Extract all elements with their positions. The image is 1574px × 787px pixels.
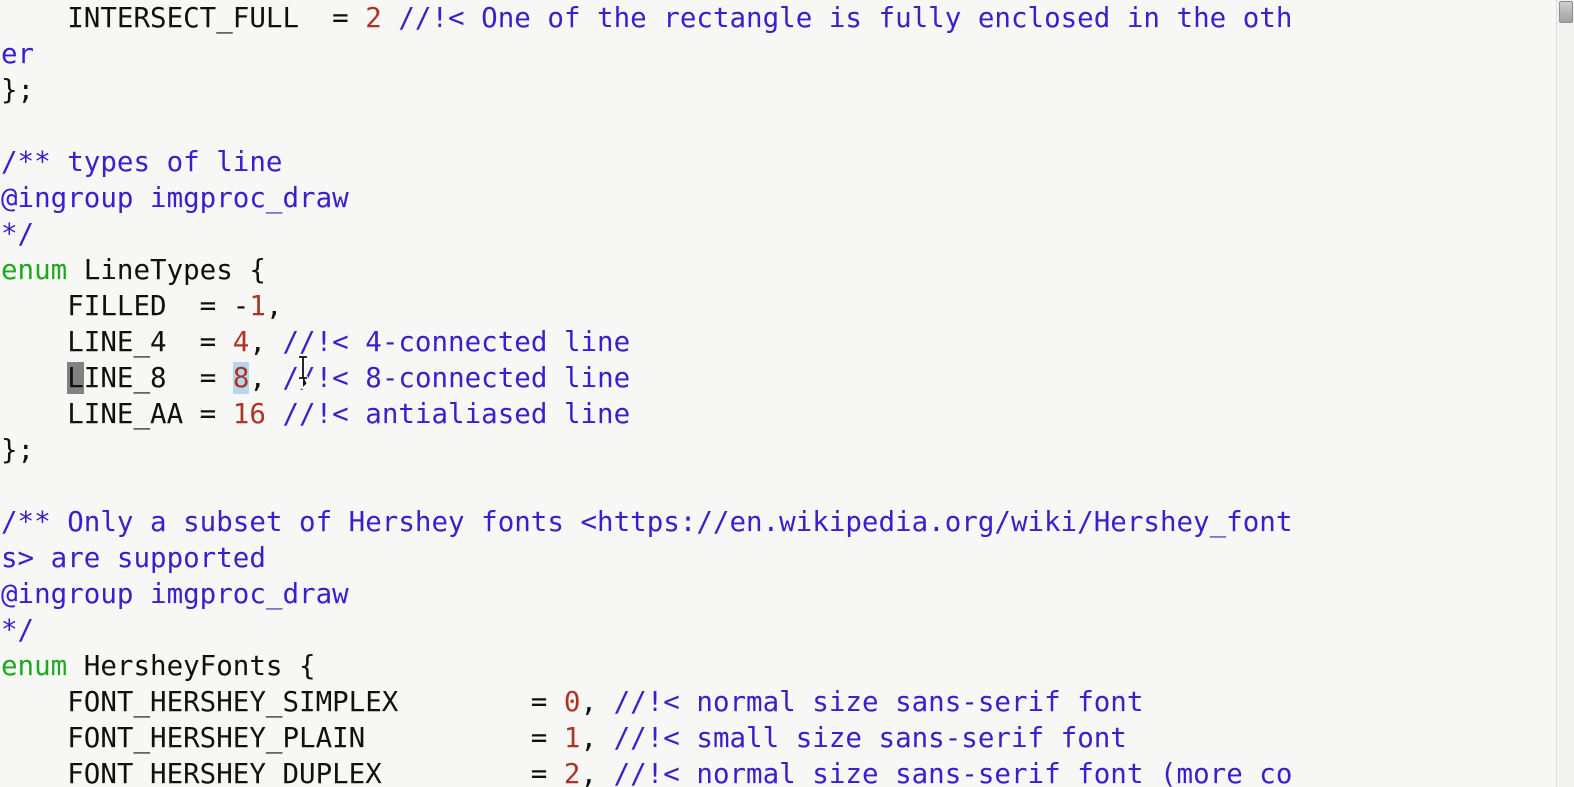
code-line[interactable]: FONT_HERSHEY_DUPLEX = 2, //!< normal siz… [0, 756, 1556, 787]
code-line[interactable]: LINE_8 = 8, //!< 8-connected line [0, 360, 1556, 396]
code-line[interactable] [0, 468, 1556, 504]
code-token-comment: /** Only a subset of Hershey fonts <http… [1, 506, 1293, 538]
code-token-comment: //!< 8-connected line [282, 362, 631, 394]
code-token-plain: , [249, 362, 283, 394]
code-line[interactable]: LINE_4 = 4, //!< 4-connected line [0, 324, 1556, 360]
code-token-comment: //!< 4-connected line [282, 326, 631, 358]
code-editor-window: INTERSECT_FULL = 2 //!< One of the recta… [0, 0, 1574, 787]
code-line[interactable]: @ingroup imgproc_draw [0, 180, 1556, 216]
code-token-comment: */ [1, 614, 35, 646]
vertical-scrollbar-thumb[interactable] [1559, 1, 1573, 23]
code-token-comment: er [1, 38, 35, 70]
code-token-number: 0 [563, 686, 581, 718]
code-text-area[interactable]: INTERSECT_FULL = 2 //!< One of the recta… [0, 0, 1556, 787]
code-token-comment: //!< antialiased line [282, 398, 631, 430]
code-token-number: 2 [563, 758, 581, 787]
code-line[interactable] [0, 108, 1556, 144]
text-caret: L [67, 362, 84, 394]
code-token-keyword: enum [1, 254, 68, 286]
code-token-plain: , [580, 722, 614, 754]
code-line[interactable]: enum LineTypes { [0, 252, 1556, 288]
code-token-comment: */ [1, 218, 35, 250]
code-token-plain: LINE_4 = [1, 326, 233, 358]
code-token-plain: , [580, 758, 614, 787]
code-token-comment: //!< One of the rectangle is fully enclo… [398, 2, 1293, 34]
code-token-number: 2 [365, 2, 382, 34]
code-line[interactable]: INTERSECT_FULL = 2 //!< One of the recta… [0, 0, 1556, 36]
code-token-comment: s> are supported [1, 542, 266, 574]
code-line[interactable]: FONT_HERSHEY_PLAIN = 1, //!< small size … [0, 720, 1556, 756]
code-token-plain: LINE_AA = [1, 398, 233, 430]
code-token-number: 1 [249, 290, 266, 322]
code-token-plain: FONT_HERSHEY_SIMPLEX = [1, 686, 564, 718]
code-token-number: 1 [563, 722, 581, 754]
selected-text: 8 [232, 362, 250, 394]
code-line[interactable]: }; [0, 72, 1556, 108]
code-line[interactable]: /** Only a subset of Hershey fonts <http… [0, 504, 1556, 540]
code-line[interactable]: FONT_HERSHEY_SIMPLEX = 0, //!< normal si… [0, 684, 1556, 720]
code-line[interactable]: }; [0, 432, 1556, 468]
code-token-keyword: enum [1, 650, 68, 682]
code-token-plain: FILLED = - [1, 290, 250, 322]
code-token-plain: INE_8 = [83, 362, 233, 394]
code-token-plain: }; [1, 74, 35, 106]
code-line[interactable]: enum HersheyFonts { [0, 648, 1556, 684]
code-line[interactable]: /** types of line [0, 144, 1556, 180]
code-token-plain: }; [1, 434, 35, 466]
code-token-comment: //!< normal size sans-serif font (more c… [613, 758, 1293, 787]
vertical-scrollbar[interactable] [1556, 0, 1574, 787]
code-token-plain: FONT_HERSHEY_DUPLEX = [1, 758, 564, 787]
code-line[interactable]: FILLED = -1, [0, 288, 1556, 324]
code-token-comment: //!< normal size sans-serif font [613, 686, 1144, 718]
code-line[interactable]: er [0, 36, 1556, 72]
code-token-plain: , [580, 686, 614, 718]
code-token-comment: @ingroup imgproc_draw [1, 578, 349, 610]
code-token-number: 4 [232, 326, 250, 358]
code-token-plain: LineTypes { [67, 254, 266, 286]
code-token-plain: INTERSECT_FULL = [1, 2, 366, 34]
code-token-comment: /** types of line [1, 146, 283, 178]
code-token-number: 16 [232, 398, 266, 430]
code-token-plain: HersheyFonts { [67, 650, 316, 682]
code-token-plain: FONT_HERSHEY_PLAIN = [1, 722, 564, 754]
code-token-plain: , [265, 290, 283, 322]
code-token-comment: @ingroup imgproc_draw [1, 182, 349, 214]
code-token-plain: , [249, 326, 283, 358]
code-line[interactable]: LINE_AA = 16 //!< antialiased line [0, 396, 1556, 432]
code-line[interactable]: */ [0, 612, 1556, 648]
code-line[interactable]: @ingroup imgproc_draw [0, 576, 1556, 612]
code-token-comment: //!< small size sans-serif font [613, 722, 1127, 754]
code-line[interactable]: s> are supported [0, 540, 1556, 576]
code-line[interactable]: */ [0, 216, 1556, 252]
